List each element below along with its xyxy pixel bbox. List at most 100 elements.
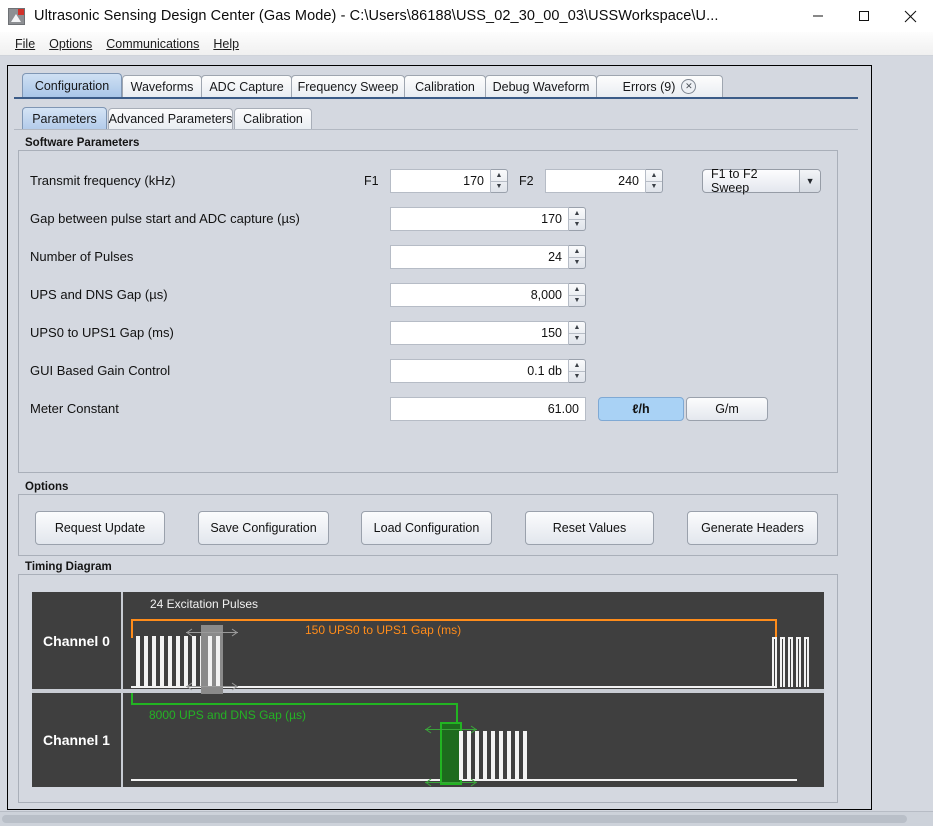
input-transmit-frequency-f2[interactable]: 240 ▲ ▼ — [545, 169, 663, 193]
input-gap-pulse-adc[interactable]: 170 ▲ ▼ — [390, 207, 586, 231]
spinner-up-icon[interactable]: ▲ — [569, 246, 585, 258]
label-f1: F1 — [364, 174, 379, 188]
spinner-up-icon[interactable]: ▲ — [569, 208, 585, 220]
spinner-number-of-pulses[interactable]: ▲ ▼ — [569, 245, 586, 269]
label-ups-dns-gap: UPS and DNS Gap (µs) — [30, 287, 168, 302]
input-gap-pulse-adc-value[interactable]: 170 — [390, 207, 569, 231]
close-button[interactable] — [887, 0, 933, 32]
subtab-advanced-parameters[interactable]: Advanced Parameters — [108, 108, 233, 129]
spinner-ups-dns-gap[interactable]: ▲ ▼ — [569, 283, 586, 307]
tab-frequency-sweep[interactable]: Frequency Sweep — [291, 75, 405, 97]
menu-item-communications-label: Communications — [106, 36, 200, 51]
label-ups0-ups1-gap: UPS0 to UPS1 Gap (ms) — [30, 325, 174, 340]
timing-horizontal-separator — [32, 689, 824, 693]
menu-item-help[interactable]: Help — [206, 35, 246, 53]
tab-configuration[interactable]: Configuration — [22, 73, 122, 97]
spinner-down-icon[interactable]: ▼ — [646, 182, 662, 193]
tab-errors[interactable]: Errors (9) ✕ — [596, 75, 723, 97]
timing-channel1-label: Channel 1 — [32, 693, 121, 787]
menu-item-options-label: Options — [49, 36, 93, 51]
spinner-down-icon[interactable]: ▼ — [569, 296, 585, 307]
tab-debug-waveform-label: Debug Waveform — [492, 79, 590, 94]
menu-item-help-label: Help — [213, 36, 240, 51]
subtab-calibration-label: Calibration — [243, 112, 303, 126]
input-ups-dns-gap-value[interactable]: 8,000 — [390, 283, 569, 307]
annotation-ups-dns-gap: 8000 UPS and DNS Gap (µs) — [149, 708, 306, 722]
menu-item-file-label: File — [15, 36, 36, 51]
menu-bar: File Options Communications Help — [0, 32, 933, 56]
tab-calibration-label: Calibration — [415, 79, 475, 94]
label-gui-gain-control: GUI Based Gain Control — [30, 363, 171, 378]
save-configuration-button[interactable]: Save Configuration — [198, 511, 329, 545]
tab-waveforms[interactable]: Waveforms — [122, 75, 202, 97]
tab-errors-close-icon[interactable]: ✕ — [681, 79, 697, 94]
spinner-gui-gain-control[interactable]: ▲ ▼ — [569, 359, 586, 383]
load-configuration-button[interactable]: Load Configuration — [361, 511, 492, 545]
spinner-down-icon[interactable]: ▼ — [569, 258, 585, 269]
spinner-transmit-frequency-f1[interactable]: ▲ ▼ — [491, 169, 508, 193]
annotation-excitation-pulses: 24 Excitation Pulses — [150, 597, 259, 611]
window-title: Ultrasonic Sensing Design Center (Gas Mo… — [34, 8, 719, 24]
subtab-parameters[interactable]: Parameters — [22, 107, 107, 129]
tab-configuration-label: Configuration — [34, 78, 110, 93]
input-transmit-frequency-f1[interactable]: 170 ▲ ▼ — [390, 169, 508, 193]
spinner-down-icon[interactable]: ▼ — [569, 372, 585, 383]
menu-item-communications[interactable]: Communications — [99, 35, 206, 53]
menu-item-file[interactable]: File — [8, 35, 42, 53]
spinner-down-icon[interactable]: ▼ — [491, 182, 507, 193]
maximize-button[interactable] — [841, 0, 887, 32]
label-gap-pulse-adc: Gap between pulse start and ADC capture … — [30, 211, 300, 226]
input-ups0-ups1-gap[interactable]: 150 ▲ ▼ — [390, 321, 586, 345]
annotation-ups0-to-ups1-gap: 150 UPS0 to UPS1 Gap (ms) — [305, 623, 462, 637]
horizontal-scrollbar-thumb[interactable] — [2, 815, 907, 823]
spinner-up-icon[interactable]: ▲ — [569, 322, 585, 334]
input-gui-gain-control-value[interactable]: 0.1 db — [390, 359, 569, 383]
spinner-down-icon[interactable]: ▼ — [569, 220, 585, 231]
input-meter-constant[interactable]: 61.00 — [390, 397, 586, 421]
software-parameters-group-title: Software Parameters — [22, 137, 143, 149]
tab-debug-waveform[interactable]: Debug Waveform — [485, 75, 597, 97]
input-ups-dns-gap[interactable]: 8,000 ▲ ▼ — [390, 283, 586, 307]
menu-item-options[interactable]: Options — [42, 35, 99, 53]
request-update-button[interactable]: Request Update — [35, 511, 165, 545]
tab-frequency-sweep-label: Frequency Sweep — [297, 79, 399, 94]
spinner-up-icon[interactable]: ▲ — [646, 170, 662, 182]
subtab-calibration[interactable]: Calibration — [234, 108, 312, 129]
minimize-button[interactable] — [795, 0, 841, 32]
app-icon — [8, 7, 25, 25]
label-number-of-pulses: Number of Pulses — [30, 249, 134, 264]
label-transmit-frequency: Transmit frequency (kHz) — [30, 173, 176, 188]
tab-adc-capture-label: ADC Capture — [209, 79, 284, 94]
select-sweep-mode[interactable]: F1 to F2 Sweep ▼ — [702, 167, 821, 195]
options-group-title: Options — [22, 481, 72, 493]
tab-adc-capture[interactable]: ADC Capture — [201, 75, 292, 97]
timing-diagram-group-title: Timing Diagram — [22, 561, 115, 573]
generate-headers-button[interactable]: Generate Headers — [687, 511, 818, 545]
ups-dns-gap-bracket-top — [131, 703, 458, 705]
spinner-gap-pulse-adc[interactable]: ▲ ▼ — [569, 207, 586, 231]
spinner-up-icon[interactable]: ▲ — [569, 284, 585, 296]
spinner-up-icon[interactable]: ▲ — [491, 170, 507, 182]
main-tab-strip: Configuration Waveforms ADC Capture Freq… — [14, 73, 858, 99]
spinner-transmit-frequency-f2[interactable]: ▲ ▼ — [646, 169, 663, 193]
input-transmit-frequency-f1-value[interactable]: 170 — [390, 169, 491, 193]
chevron-down-icon[interactable]: ▼ — [799, 170, 820, 192]
label-meter-constant: Meter Constant — [30, 401, 119, 416]
unit-button-liters-per-hour[interactable]: ℓ/h — [598, 397, 684, 421]
unit-button-gallons-per-minute[interactable]: G/m — [686, 397, 768, 421]
channel0-adc-gap-arrows-bottom — [186, 681, 238, 692]
spinner-ups0-ups1-gap[interactable]: ▲ ▼ — [569, 321, 586, 345]
input-number-of-pulses[interactable]: 24 ▲ ▼ — [390, 245, 586, 269]
reset-values-button[interactable]: Reset Values — [525, 511, 654, 545]
select-sweep-mode-value: F1 to F2 Sweep — [711, 167, 758, 195]
input-number-of-pulses-value[interactable]: 24 — [390, 245, 569, 269]
spinner-up-icon[interactable]: ▲ — [569, 360, 585, 372]
tab-calibration[interactable]: Calibration — [404, 75, 486, 97]
input-gui-gain-control[interactable]: 0.1 db ▲ ▼ — [390, 359, 586, 383]
spinner-down-icon[interactable]: ▼ — [569, 334, 585, 345]
horizontal-scrollbar[interactable] — [0, 811, 933, 826]
input-ups0-ups1-gap-value[interactable]: 150 — [390, 321, 569, 345]
window-controls — [795, 0, 933, 32]
subtab-advanced-parameters-label: Advanced Parameters — [108, 112, 233, 126]
input-transmit-frequency-f2-value[interactable]: 240 — [545, 169, 646, 193]
